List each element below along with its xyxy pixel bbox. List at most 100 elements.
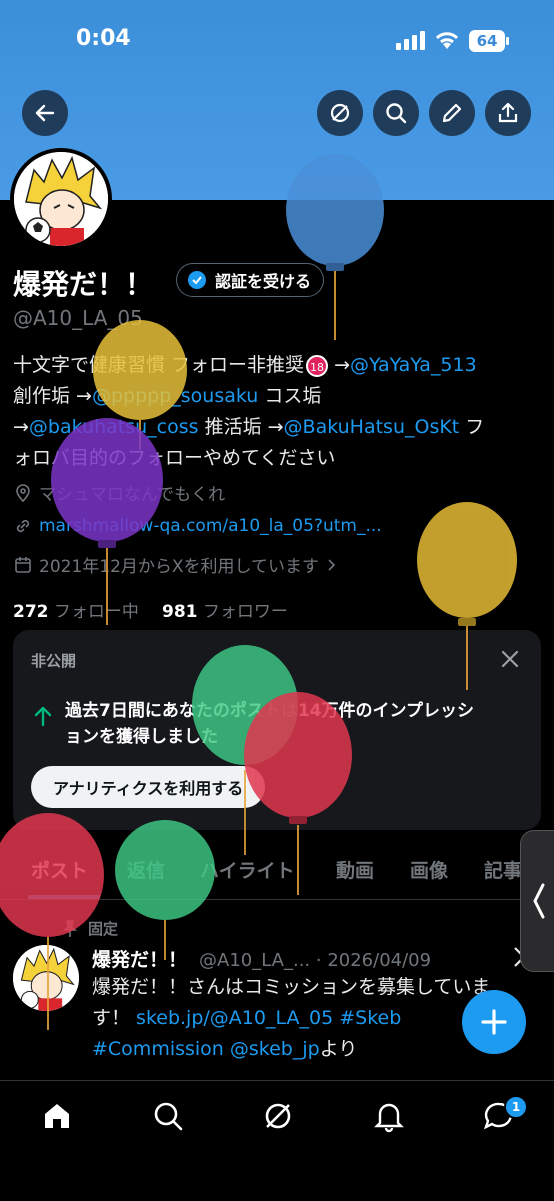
location-text: マシュマロなんでもくれ xyxy=(39,485,226,505)
share-icon xyxy=(498,102,518,123)
bio-text: 創作垢 → xyxy=(13,385,92,407)
following-label: フォロー中 xyxy=(53,602,139,622)
bio-text: → xyxy=(328,354,351,376)
bio-text: 推活垢 → xyxy=(198,416,284,438)
status-time: 0:04 xyxy=(76,26,131,51)
bottom-navigation: 1 xyxy=(0,1080,554,1201)
pinned-indicator: 固定 xyxy=(62,918,118,939)
profile-name: 爆発だ！！ xyxy=(13,268,154,301)
followers-label: フォロワー xyxy=(202,602,288,622)
post-handle-date: @A10_LA_... · 2026/04/09 xyxy=(199,950,432,971)
plus-icon xyxy=(481,1009,507,1035)
tab-images[interactable]: 画像 xyxy=(410,856,448,883)
analytics-button[interactable]: アナリティクスを利用する xyxy=(31,766,266,808)
calendar-icon xyxy=(15,556,31,573)
search-icon xyxy=(386,103,407,124)
nav-search[interactable] xyxy=(151,1099,185,1133)
bio-line-3: →@bakuhatsu_coss 推活垢 →@BakuHatsu_OsKt フ xyxy=(13,412,543,443)
wifi-icon xyxy=(433,29,461,55)
bio-text: → xyxy=(13,416,29,438)
website-row[interactable]: marshmallow-qa.com/a10_la_05?utm_... xyxy=(13,516,382,536)
grok-button[interactable] xyxy=(317,90,363,136)
arrow-up-icon xyxy=(33,705,53,731)
post-text: より xyxy=(319,1038,358,1060)
bio-link-oskt[interactable]: @BakuHatsu_OsKt xyxy=(284,416,460,438)
tab-replies[interactable]: 返信 xyxy=(127,856,165,883)
post-link-commission[interactable]: #Commission @skeb_jp xyxy=(92,1038,320,1060)
profile-bio: 十文字で健康習慣 フォロー非推奨 18 →@YaYaYa_513 創作垢 →@pp… xyxy=(13,350,543,474)
location-pin-icon xyxy=(16,483,30,502)
chevron-left-icon xyxy=(533,883,545,919)
pinned-label: 固定 xyxy=(88,920,119,938)
bio-line-4: ォロバ目的のフォローやめてください xyxy=(13,447,336,469)
compose-post-button[interactable] xyxy=(462,990,526,1054)
nav-messages[interactable]: 1 xyxy=(482,1095,528,1133)
location-row: マシュマロなんでもくれ xyxy=(13,480,225,505)
close-icon xyxy=(501,650,519,668)
following-number: 272 xyxy=(13,602,49,622)
verified-badge-icon xyxy=(188,271,206,289)
followers-number: 981 xyxy=(162,602,198,622)
battery-tip xyxy=(506,37,509,45)
tab-videos[interactable]: 動画 xyxy=(336,856,374,883)
joined-row[interactable]: 2021年12月からXを利用しています xyxy=(13,552,339,577)
avatar-illustration xyxy=(13,945,79,1011)
private-analytics-card: 非公開 過去7日間にあなたのポストは14万件のインプレッシ ョンを獲得しました … xyxy=(13,630,541,830)
nav-notifications[interactable] xyxy=(372,1099,406,1133)
tab-posts[interactable]: ポスト xyxy=(31,856,88,883)
back-button[interactable] xyxy=(22,90,68,136)
search-icon xyxy=(154,1102,183,1131)
tab-highlights[interactable]: ハイライト xyxy=(200,856,295,883)
bio-line-1: 十文字で健康習慣 フォロー非推奨 18 →@YaYaYa_513 xyxy=(13,350,543,381)
search-button[interactable] xyxy=(373,90,419,136)
website-link[interactable]: marshmallow-qa.com/a10_la_05?utm_... xyxy=(39,516,382,536)
following-count[interactable]: 272 フォロー中 xyxy=(13,597,139,622)
messages-badge: 1 xyxy=(504,1095,528,1119)
bio-text: フ xyxy=(459,416,485,438)
nav-home[interactable] xyxy=(40,1099,74,1133)
bell-icon xyxy=(374,1103,404,1133)
profile-handle: @A10_LA_05 xyxy=(13,306,143,330)
share-button[interactable] xyxy=(485,90,531,136)
nav-grok[interactable] xyxy=(261,1099,295,1133)
bio-link-yayaya[interactable]: @YaYaYa_513 xyxy=(350,354,477,376)
post-text: す！ xyxy=(92,1007,137,1029)
edit-button[interactable] xyxy=(429,90,475,136)
bio-text: コス垢 xyxy=(258,385,322,407)
post-link-skeb[interactable]: skeb.jp/@A10_LA_05 #Skeb xyxy=(136,1007,401,1029)
pencil-icon xyxy=(442,103,462,123)
post-avatar[interactable] xyxy=(13,945,79,1011)
home-icon xyxy=(45,1104,69,1128)
signal-icon xyxy=(396,30,426,54)
battery-level: 64 xyxy=(476,32,498,50)
card-message-line: 過去7日間にあなたのポストは14万件のインプレッシ xyxy=(65,701,474,721)
side-drawer-handle[interactable] xyxy=(520,830,554,972)
card-title: 非公開 xyxy=(31,652,77,670)
avatar-illustration xyxy=(14,152,108,246)
bio-link-sousaku[interactable]: @ppppp_sousaku xyxy=(92,385,258,407)
battery-icon: 64 xyxy=(469,30,505,52)
bio-text: 十文字で健康習慣 フォロー非推奨 xyxy=(13,354,305,376)
joined-text: 2021年12月からXを利用しています xyxy=(39,557,320,577)
verify-button[interactable]: 認証を受ける xyxy=(176,263,325,297)
bio-line-2: 創作垢 →@ppppp_sousaku コス垢 xyxy=(13,381,543,412)
card-message: 過去7日間にあなたのポストは14万件のインプレッシ ョンを獲得しました xyxy=(65,698,535,750)
verify-label: 認証を受ける xyxy=(215,272,312,291)
bio-link-coss[interactable]: @bakuhatsu_coss xyxy=(29,416,199,438)
adult-content-icon: 18 xyxy=(306,354,329,377)
card-close-button[interactable] xyxy=(499,648,521,674)
post-header: 爆発だ！！ @A10_LA_... · 2026/04/09 xyxy=(92,945,431,972)
pin-icon xyxy=(63,919,77,937)
followers-count[interactable]: 981 フォロワー xyxy=(162,597,288,622)
post-author[interactable]: 爆発だ！！ xyxy=(92,945,187,972)
balloon-green-2 xyxy=(115,820,215,960)
tabs-divider xyxy=(0,899,554,900)
arrow-left-icon xyxy=(35,104,55,122)
chevron-right-icon xyxy=(328,558,336,571)
grok-icon xyxy=(330,103,350,123)
tab-articles[interactable]: 記事 xyxy=(484,856,522,883)
grok-icon xyxy=(265,1103,291,1129)
profile-avatar[interactable] xyxy=(10,148,112,250)
link-icon xyxy=(16,519,30,533)
card-message-line: ョンを獲得しました xyxy=(65,727,218,747)
